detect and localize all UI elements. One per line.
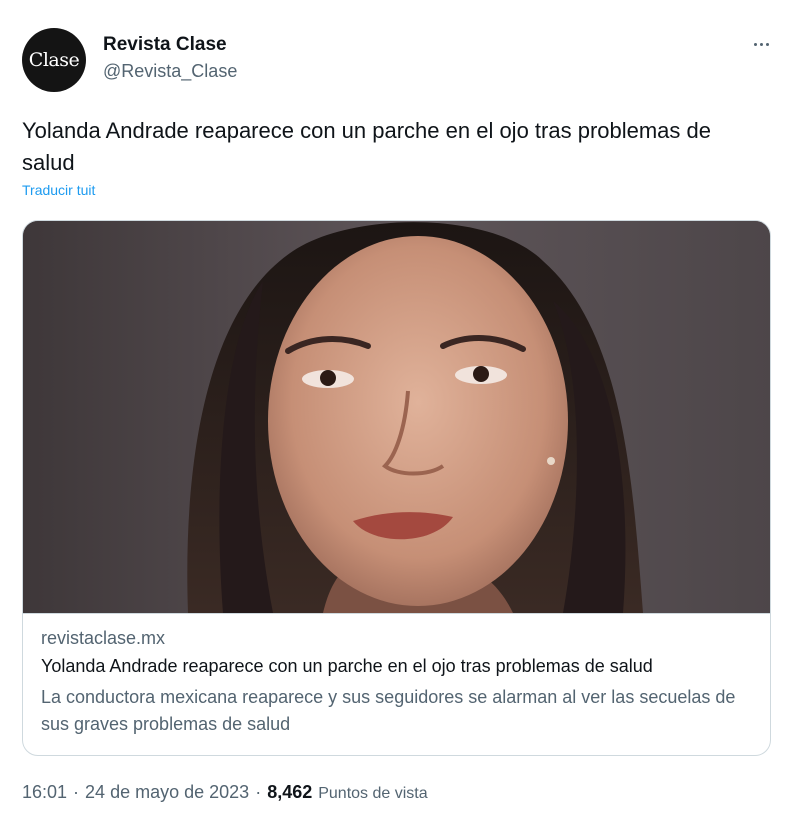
card-title: Yolanda Andrade reaparece con un parche … [41, 656, 653, 676]
more-options-button[interactable] [748, 34, 774, 54]
more-dot [765, 42, 769, 46]
avatar-logo-text: Clase [28, 49, 80, 71]
card-image[interactable] [23, 221, 770, 613]
card-description: La conductora mexicana reaparece y sus s… [41, 687, 736, 734]
card-domain: revistaclase.mx [41, 628, 166, 648]
tweet-footer: 16:01 · 24 de mayo de 2023 · 8,462 Punto… [22, 782, 428, 803]
views-label: Puntos de vista [318, 785, 428, 802]
translate-tweet-link[interactable]: Traducir tuit [22, 182, 95, 198]
avatar[interactable]: Clase [22, 28, 86, 92]
tweet-text: Yolanda Andrade reaparece con un parche … [22, 118, 712, 175]
views-count: 8,462 [267, 782, 313, 802]
more-dot [759, 42, 763, 46]
card-meta[interactable]: revistaclase.mx Yolanda Andrade reaparec… [23, 613, 770, 755]
tweet-date[interactable]: 24 de mayo de 2023 [85, 782, 249, 803]
tweet: Clase Revista Clase @Revista_Clase Yolan… [0, 0, 800, 815]
author-handle[interactable]: @Revista_Clase [103, 61, 237, 82]
link-preview-card[interactable]: revistaclase.mx Yolanda Andrade reaparec… [22, 220, 771, 756]
more-horizontal-icon [753, 42, 757, 46]
separator: · [255, 782, 262, 802]
author-display-name[interactable]: Revista Clase [103, 34, 227, 56]
card-portrait-image [23, 221, 770, 613]
separator: · [73, 782, 80, 802]
tweet-time[interactable]: 16:01 [22, 782, 67, 803]
